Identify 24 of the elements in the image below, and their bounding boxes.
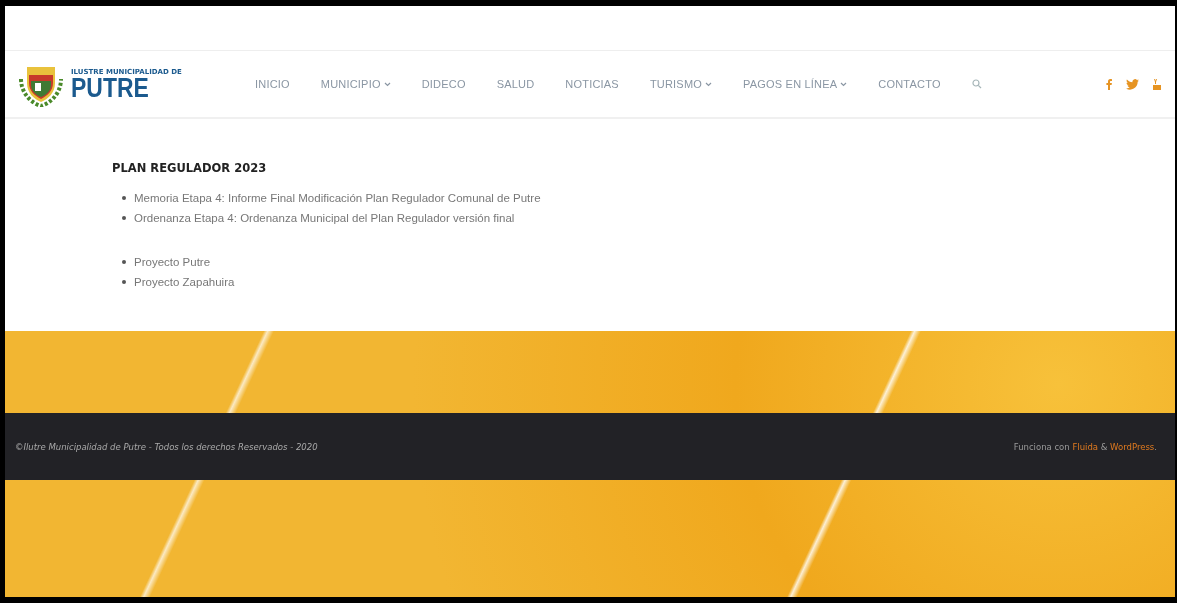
bullet-icon <box>122 280 126 284</box>
nav-link[interactable]: MUNICIPIO <box>320 78 391 90</box>
facebook-icon[interactable] <box>1106 78 1112 90</box>
credit-text: Funciona con Fluida & WordPress. <box>1013 441 1157 452</box>
document-link[interactable]: Proyecto Zapahuira <box>134 274 235 290</box>
bullet-icon <box>122 196 126 200</box>
bird-icon[interactable] <box>1126 78 1139 90</box>
copyright-text: ©Ilutre Municipalidad de Putre - Todos los derechos Reservados - 2020 <box>15 441 318 452</box>
bullet-icon <box>122 216 126 220</box>
nav-link[interactable]: DIDECO <box>421 78 466 90</box>
nav-link[interactable]: CONTACTO <box>878 78 941 90</box>
bullet-icon <box>122 260 126 264</box>
page-heading: PLAN REGULADOR 2023 <box>112 161 268 175</box>
nav-link[interactable]: NOTICIAS <box>565 78 619 90</box>
nav-link[interactable]: TURISMO <box>649 78 713 90</box>
nav-link[interactable]: SALUD <box>496 78 535 90</box>
document-link[interactable]: Proyecto Putre <box>134 254 211 270</box>
credit-link[interactable]: Fluida <box>1072 441 1099 452</box>
nav-link[interactable]: INICIO <box>255 78 290 90</box>
logo-title: PUTRE <box>71 76 149 100</box>
nav-link[interactable]: PAGOS EN LÍNEA <box>743 78 848 90</box>
document-link[interactable]: Memoria Etapa 4: Informe Final Modificación Plan Regulador Comunal de Putre <box>134 190 541 206</box>
document-link[interactable]: Ordenanza Etapa 4: Ordenanza Municipal del Plan Regulador versión final <box>134 210 515 226</box>
search-icon[interactable] <box>971 79 982 89</box>
